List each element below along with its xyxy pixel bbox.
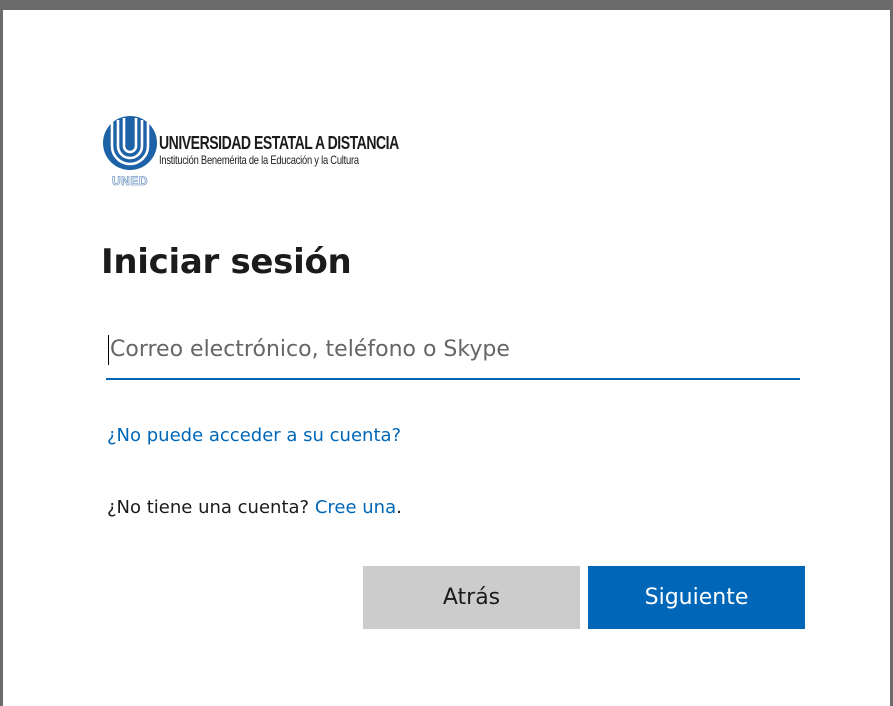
page-title: Iniciar sesión	[101, 242, 352, 282]
create-account-link[interactable]: Cree una	[315, 497, 396, 518]
logo-title: UNIVERSIDAD ESTATAL A DISTANCIA	[159, 133, 399, 153]
no-account-text: ¿No tiene una cuenta?	[107, 497, 310, 518]
create-account-period: .	[396, 497, 402, 518]
uned-mark-text: UNED	[112, 174, 148, 188]
email-field[interactable]	[106, 322, 800, 376]
logo-text: UNIVERSIDAD ESTATAL A DISTANCIA Instituc…	[159, 133, 466, 167]
forgot-account-row: ¿No puede acceder a su cuenta?	[107, 422, 401, 450]
forgot-account-link[interactable]: ¿No puede acceder a su cuenta?	[107, 425, 401, 446]
email-field-container	[106, 322, 800, 380]
next-button[interactable]: Siguiente	[588, 566, 805, 629]
uned-emblem-icon: UNED	[103, 116, 157, 188]
create-account-row: ¿No tiene una cuenta? Cree una.	[107, 494, 402, 522]
text-caret	[108, 335, 109, 365]
signin-dialog: UNED UNIVERSIDAD ESTATAL A DISTANCIA Ins…	[0, 0, 893, 706]
logo-subtitle: Institución Benemérita de la Educación y…	[159, 153, 359, 167]
back-button[interactable]: Atrás	[363, 566, 580, 629]
uned-logo: UNED UNIVERSIDAD ESTATAL A DISTANCIA Ins…	[102, 116, 462, 188]
